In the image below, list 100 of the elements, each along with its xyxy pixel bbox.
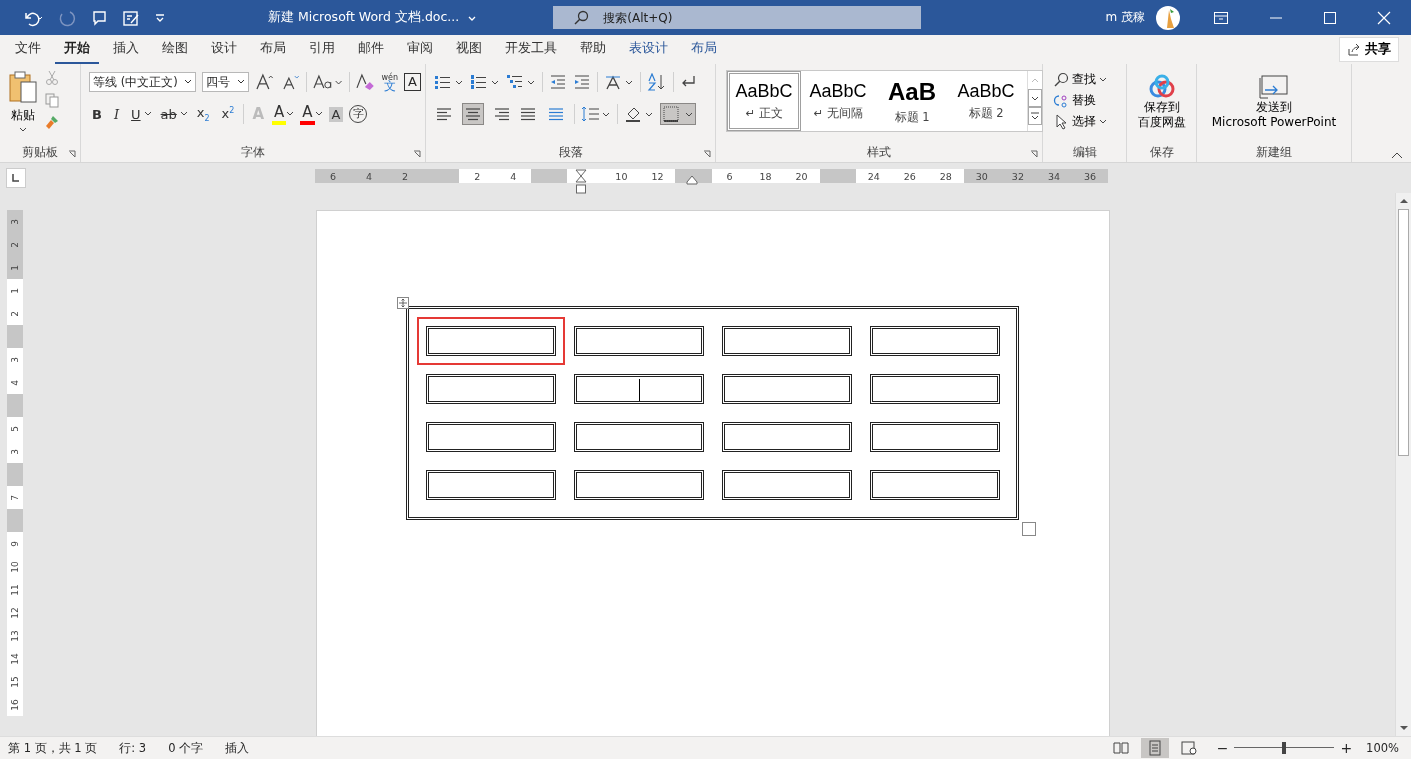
text-direction-icon[interactable] — [604, 73, 634, 91]
style-name: ↵ 无间隔 — [813, 106, 863, 121]
font-color-button[interactable]: A — [300, 103, 315, 125]
group-label: 样式 — [867, 143, 891, 161]
find-button[interactable]: 查找 — [1053, 70, 1122, 89]
scroll-down-icon[interactable] — [1028, 89, 1042, 107]
shading-button[interactable]: A — [328, 106, 344, 122]
menu-tab[interactable]: 插入 — [104, 35, 148, 64]
caret-icon[interactable] — [286, 111, 295, 117]
maximize-icon[interactable] — [1323, 10, 1337, 25]
close-icon[interactable] — [1377, 10, 1391, 25]
menu-tab[interactable]: 邮件 — [349, 35, 393, 64]
ruler-segment: 5 — [7, 417, 23, 440]
ribbon-display-icon[interactable] — [1213, 10, 1229, 25]
indent-marker-icon[interactable] — [575, 169, 587, 195]
style-item[interactable]: AaBbC ↵ 正文 — [727, 71, 801, 131]
menu-tab[interactable]: 布局 — [682, 35, 726, 64]
style-preview: AaB — [888, 77, 936, 106]
vertical-scrollbar[interactable] — [1395, 193, 1411, 736]
grow-font-icon[interactable] — [254, 73, 275, 91]
increase-indent-icon[interactable] — [573, 74, 591, 90]
dialog-launcher-icon[interactable] — [1030, 150, 1038, 158]
format-button[interactable]: x$^{2}$ — [218, 106, 238, 122]
sort-icon[interactable] — [647, 73, 667, 91]
ruler-segment: 6 — [711, 169, 748, 183]
send-to-powerpoint-button[interactable]: 发送到 Microsoft PowerPoint — [1201, 70, 1347, 142]
zoom-slider[interactable] — [1234, 741, 1335, 755]
shrink-font-icon[interactable] — [280, 73, 301, 91]
menu-tab[interactable]: 帮助 — [571, 35, 615, 64]
status-text[interactable]: 插入 — [225, 740, 250, 756]
paste-button[interactable]: 粘贴 — [8, 70, 38, 142]
ruler-segment: 2 — [459, 169, 496, 183]
menu-tab[interactable]: 文件 — [6, 35, 50, 64]
caret-icon[interactable] — [143, 111, 152, 117]
format-painter-icon[interactable] — [44, 114, 60, 130]
line-spacing-icon[interactable] — [581, 105, 611, 123]
right-indent-marker-icon[interactable] — [686, 175, 698, 185]
share-button[interactable]: 共享 — [1339, 37, 1399, 62]
decrease-indent-icon[interactable] — [549, 74, 567, 90]
resize-handle[interactable] — [1022, 522, 1036, 536]
format-button[interactable]: U — [128, 106, 144, 122]
caret-icon — [183, 79, 192, 85]
phonetic-guide-button[interactable]: wén 文 — [381, 73, 399, 91]
menu-tab[interactable]: 表设计 — [620, 35, 677, 64]
dialog-launcher-icon[interactable] — [703, 150, 711, 158]
caret-icon[interactable] — [179, 111, 188, 117]
zoom-out-button[interactable]: − — [1216, 740, 1229, 756]
comment-icon[interactable] — [90, 8, 108, 27]
table-cell[interactable] — [417, 317, 565, 365]
character-border-button[interactable]: A — [404, 73, 421, 91]
format-button[interactable]: x$_{2}$ — [193, 105, 213, 123]
highlight-button[interactable]: A — [272, 103, 287, 125]
print-layout-icon[interactable] — [1140, 738, 1169, 758]
menu-tab[interactable]: 视图 — [447, 35, 491, 64]
zoom-level[interactable]: 100% — [1366, 741, 1399, 755]
numbering-icon[interactable] — [470, 74, 500, 90]
dialog-launcher-icon[interactable] — [413, 150, 421, 158]
replace-button[interactable]: 替换 — [1053, 91, 1122, 110]
format-button[interactable]: ab — [157, 106, 180, 122]
status-text[interactable]: 第 1 页，共 1 页 — [8, 740, 98, 756]
collapse-ribbon-icon[interactable] — [1391, 151, 1403, 159]
menu-tab[interactable]: 布局 — [251, 35, 295, 64]
group-label: 字体 — [241, 143, 265, 161]
change-case-icon[interactable] — [313, 73, 343, 91]
menu-tab[interactable]: 审阅 — [398, 35, 442, 64]
caret-icon[interactable] — [314, 111, 323, 117]
status-text[interactable]: 0 个字 — [168, 740, 204, 756]
select-button[interactable]: 选择 — [1053, 112, 1122, 131]
avatar-icon[interactable] — [1155, 4, 1181, 31]
status-text[interactable]: 行: 3 — [119, 740, 147, 756]
paint-bucket-icon[interactable] — [624, 105, 654, 123]
menu-tab[interactable]: 开发工具 — [496, 35, 566, 64]
ruler-segment: 13 — [7, 624, 23, 647]
search-field[interactable]: 搜索(Alt+Q) — [553, 6, 922, 29]
multilevel-list-icon[interactable] — [506, 74, 536, 90]
format-button[interactable]: B — [89, 106, 105, 122]
user-name[interactable]: m 茂稼 — [1105, 9, 1145, 26]
horizontal-ruler[interactable]: 6 4 2 2 4 10 12 6 18 20 24 26 28 30 32 34 36 — [315, 169, 1108, 183]
clear-formatting-icon[interactable] — [355, 73, 376, 91]
font-name-dropdown[interactable]: 等线 (中文正文) — [89, 72, 196, 92]
scroll-down-icon[interactable] — [1398, 724, 1409, 732]
zoom-in-button[interactable]: + — [1340, 740, 1353, 756]
menu-tab[interactable]: 设计 — [202, 35, 246, 64]
web-layout-icon[interactable] — [1180, 741, 1197, 755]
menu-tab[interactable]: 引用 — [300, 35, 344, 64]
read-mode-icon[interactable] — [1112, 741, 1129, 755]
save-to-cloud-button[interactable]: 保存到 百度网盘 — [1131, 70, 1192, 142]
menu-tab[interactable]: 绘图 — [153, 35, 197, 64]
move-handle-icon[interactable] — [397, 297, 409, 309]
tab-selector-icon[interactable] — [6, 168, 26, 188]
caret-icon — [1099, 118, 1107, 125]
align-icon[interactable] — [462, 103, 484, 125]
format-button[interactable]: I — [110, 106, 123, 122]
expand-icon[interactable] — [1028, 107, 1042, 125]
borders-icon[interactable] — [660, 103, 696, 125]
dialog-launcher-icon[interactable] — [68, 150, 76, 158]
form-icon[interactable] — [122, 8, 140, 27]
bullets-icon[interactable] — [434, 74, 464, 90]
scroll-up-icon[interactable] — [1398, 197, 1409, 205]
font-size-dropdown[interactable]: 四号 — [201, 72, 249, 92]
